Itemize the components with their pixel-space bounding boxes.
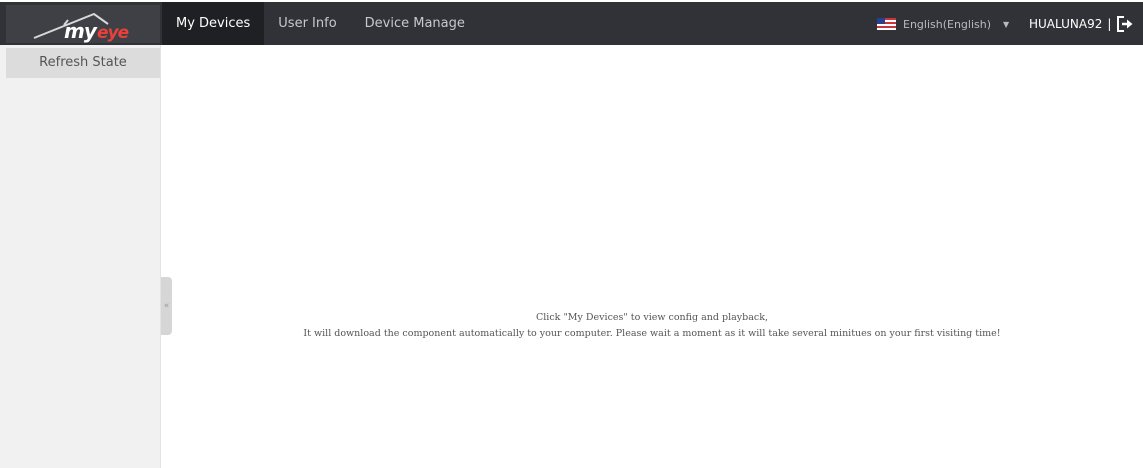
nav-user-info[interactable]: User Info <box>264 2 350 45</box>
logout-icon[interactable] <box>1116 15 1134 33</box>
top-navbar: my eye My Devices User Info Device Manag… <box>0 0 1143 45</box>
main-nav: My Devices User Info Device Manage <box>162 2 479 45</box>
info-message: Click "My Devices" to view config and pl… <box>161 310 1143 342</box>
logo[interactable]: my eye <box>6 5 160 43</box>
myeye-logo-icon: my eye <box>33 12 130 43</box>
caret-down-icon: ▼ <box>1003 19 1010 29</box>
sidebar: Refresh State <box>0 45 161 468</box>
svg-text:eye: eye <box>97 23 129 43</box>
us-flag-icon <box>877 18 896 30</box>
message-line-1: Click "My Devices" to view config and pl… <box>536 312 768 323</box>
refresh-state-button[interactable]: Refresh State <box>6 48 160 78</box>
user-area: HUALUNA92 | <box>1029 13 1134 35</box>
message-line-2: It will download the component automatic… <box>303 328 1001 339</box>
nav-device-manage[interactable]: Device Manage <box>351 2 479 45</box>
username[interactable]: HUALUNA92 <box>1029 17 1102 31</box>
user-separator: | <box>1107 17 1112 31</box>
language-select[interactable]: English(English) ▼ <box>877 14 1009 34</box>
svg-text:my: my <box>64 19 98 43</box>
language-label: English(English) <box>903 17 992 31</box>
nav-my-devices[interactable]: My Devices <box>162 2 265 45</box>
